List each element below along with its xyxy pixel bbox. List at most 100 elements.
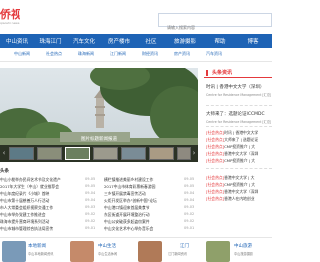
section-marker-icon <box>206 70 208 76</box>
slide-thumb[interactable] <box>93 147 118 160</box>
headline-list-item[interactable]: [社会热点]香港中文大学（深圳 <box>206 189 272 195</box>
channel-card[interactable]: 中山生活 中山生活休闲 <box>68 241 134 262</box>
headline-list-item[interactable]: [社会热点]香港中文大学 | 大 <box>206 175 272 181</box>
divider <box>206 105 272 106</box>
news-item[interactable]: 市人大常委会组织视察交通工作 <box>0 205 78 211</box>
subnav-item[interactable]: 中山新闻 <box>14 51 30 57</box>
slide-thumb[interactable] <box>177 147 191 160</box>
headline-list-item[interactable]: [社会热点]CMP投资推介 | 大 <box>206 158 272 164</box>
news-date: 09-04 <box>85 191 96 195</box>
nav-item-travel[interactable]: 旅游摄影 <box>165 37 205 45</box>
headline-list-text: 香港中文大学（深圳 <box>224 189 259 194</box>
news-item[interactable]: 2017年大学生（中山）就业推荐会 <box>0 184 78 190</box>
nav-item-help[interactable]: 帮助 <box>205 37 235 45</box>
channel-card-image <box>2 241 26 262</box>
channel-card-desc: 江门新闻资讯 <box>168 252 188 256</box>
subnav-item[interactable]: 江门新闻 <box>110 51 126 57</box>
nav-item-zhuhai[interactable]: 珠海江门 <box>34 37 67 45</box>
slide-thumb[interactable] <box>65 147 90 160</box>
news-item[interactable]: 中山市举办党建工作推进会 <box>0 212 78 218</box>
news-item[interactable]: 火炬开发区举办"创新中国"论坛 <box>104 198 174 204</box>
channel-card-title: 中山生活 <box>98 244 116 249</box>
headline-item-sub: Centre for Residence Management [汇总] <box>206 120 272 124</box>
headline-list-item[interactable]: [社会热点]CMP投资推介 | 大 <box>206 182 272 188</box>
news-item[interactable]: 中山公安破获多起盗窃案件 <box>104 219 174 225</box>
channel-card[interactable]: 本地新闻 中山本地新闻资讯 <box>0 241 66 262</box>
news-date: 09-01 <box>85 226 96 230</box>
headline-list-tag: [社会热点] <box>206 137 225 142</box>
headline-item[interactable]: 大师来了：选题论证ICCMDC <box>206 111 272 117</box>
news-item[interactable]: 中山年度纪录片《小城》首映 <box>0 191 78 197</box>
headline-list-item[interactable]: [社会热点]大师来了 | 选题论证 <box>206 137 272 143</box>
headline-list-text: 香港中文大学（深圳 <box>224 151 259 156</box>
search-input[interactable] <box>159 21 271 34</box>
news-item[interactable]: 横栏镇推进美丽乡村建设工作 <box>104 177 174 183</box>
news-item[interactable]: 珠海市提升营商环境系列活动 <box>0 219 78 225</box>
headline-list-text: 香港中文大学 | 大 <box>224 175 255 180</box>
nav-item-property[interactable]: 房产楼市 <box>101 37 137 45</box>
news-date: 09-01 <box>184 226 195 230</box>
slide-thumb[interactable] <box>37 147 62 160</box>
news-item[interactable]: 中山市第十届慈善万人行活动 <box>0 198 78 204</box>
slide-thumb[interactable] <box>121 147 146 160</box>
subnav-item[interactable]: 财经资讯 <box>142 51 158 57</box>
slide-caption: 图片标题新闻报道 <box>81 137 117 142</box>
nav-item-auto[interactable]: 汽车文化 <box>67 37 101 45</box>
headline-list-text: CMP投资推介 | 大 <box>224 144 256 149</box>
site-logo-subtitle: qiaoshi news <box>0 21 20 25</box>
nav-item-community[interactable]: 社区 <box>137 37 165 45</box>
next-slide-icon[interactable]: › <box>191 149 197 158</box>
headline-list-text: 时讯 | 香港中文大学 <box>224 130 259 135</box>
site-header: 侨视网 qiaoshi news <box>0 0 272 34</box>
headline-list-item[interactable]: [社会热点]香港人在内地创业 <box>206 196 272 202</box>
news-item[interactable]: 东区街道开展环境整治行动 <box>104 212 174 218</box>
headline-list-tag: [社会热点] <box>206 130 225 135</box>
news-heading: 头条 <box>0 169 9 174</box>
headline-section-title: 头条资讯 <box>212 70 233 76</box>
divider <box>0 237 272 238</box>
news-date: 09-05 <box>85 184 96 188</box>
headline-list-tag: [社会热点] <box>206 196 225 201</box>
news-item[interactable]: 中山文化艺术中心举办音乐会 <box>104 226 174 232</box>
site-logo[interactable]: 侨视网 <box>0 8 20 22</box>
channel-card-image <box>138 241 162 262</box>
headline-item[interactable]: 时讯 | 香港中文大学（深圳） <box>206 84 272 90</box>
slide-thumbnails: ‹ › <box>0 145 198 162</box>
news-item[interactable]: 中山市城市管理综合执法局宣传 <box>0 226 78 232</box>
headline-list-tag: [社会热点] <box>206 144 225 149</box>
subnav-item[interactable]: 汽车资讯 <box>206 51 222 57</box>
headline-list-item[interactable]: [社会热点]香港中文大学（深圳 <box>206 151 272 157</box>
subnav-item[interactable]: 社会热点 <box>46 51 62 57</box>
channel-card-desc: 中山本地新闻资讯 <box>28 252 54 256</box>
slide-thumb[interactable] <box>149 147 174 160</box>
headline-section-header: 头条资讯 <box>204 68 272 78</box>
news-date: 09-05 <box>184 177 195 181</box>
channel-card[interactable]: 江门 江门新闻资讯 <box>136 241 202 262</box>
channel-card-image <box>206 241 230 262</box>
news-date: 09-02 <box>184 219 195 223</box>
slide-thumb[interactable] <box>9 147 34 160</box>
channel-card-title: 江门 <box>180 244 189 249</box>
nav-item-zhongshan[interactable]: 中山资讯 <box>0 37 34 45</box>
news-date: 09-02 <box>184 212 195 216</box>
news-item[interactable]: 2017中山市体育彩票新春游园 <box>104 184 174 190</box>
headline-list-tag: [社会热点] <box>206 189 225 194</box>
headline-list-item[interactable]: [社会热点]时讯 | 香港中文大学 <box>206 130 272 136</box>
subnav-item[interactable]: 珠海新闻 <box>78 51 94 57</box>
channel-card-title: 中山旅游 <box>234 244 252 249</box>
news-date: 09-04 <box>184 198 195 202</box>
divider <box>206 168 272 169</box>
subnav-item[interactable]: 房产资讯 <box>174 51 190 57</box>
headline-list-item[interactable]: [社会热点]CMP投资推介 | 大 <box>206 144 272 150</box>
nav-item-blog[interactable]: 博客 <box>235 37 271 45</box>
headline-list-text: CMP投资推介 | 大 <box>224 158 256 163</box>
channel-card[interactable]: 中山旅游 中山旅游摄影 <box>204 241 272 262</box>
headline-list-tag: [社会热点] <box>206 182 225 187</box>
news-date: 09-05 <box>184 184 195 188</box>
prev-slide-icon[interactable]: ‹ <box>1 149 7 158</box>
search-box[interactable] <box>158 13 272 34</box>
news-item[interactable]: 三乡镇开展禁毒宣传活动 <box>104 191 174 197</box>
headline-list-text: 香港人在内地创业 <box>224 196 255 201</box>
news-item[interactable]: 中山港口镇迎来首届美食节 <box>104 205 174 211</box>
news-item[interactable]: 中山小榄举办民间艺术节及文化遗产 <box>0 177 78 183</box>
